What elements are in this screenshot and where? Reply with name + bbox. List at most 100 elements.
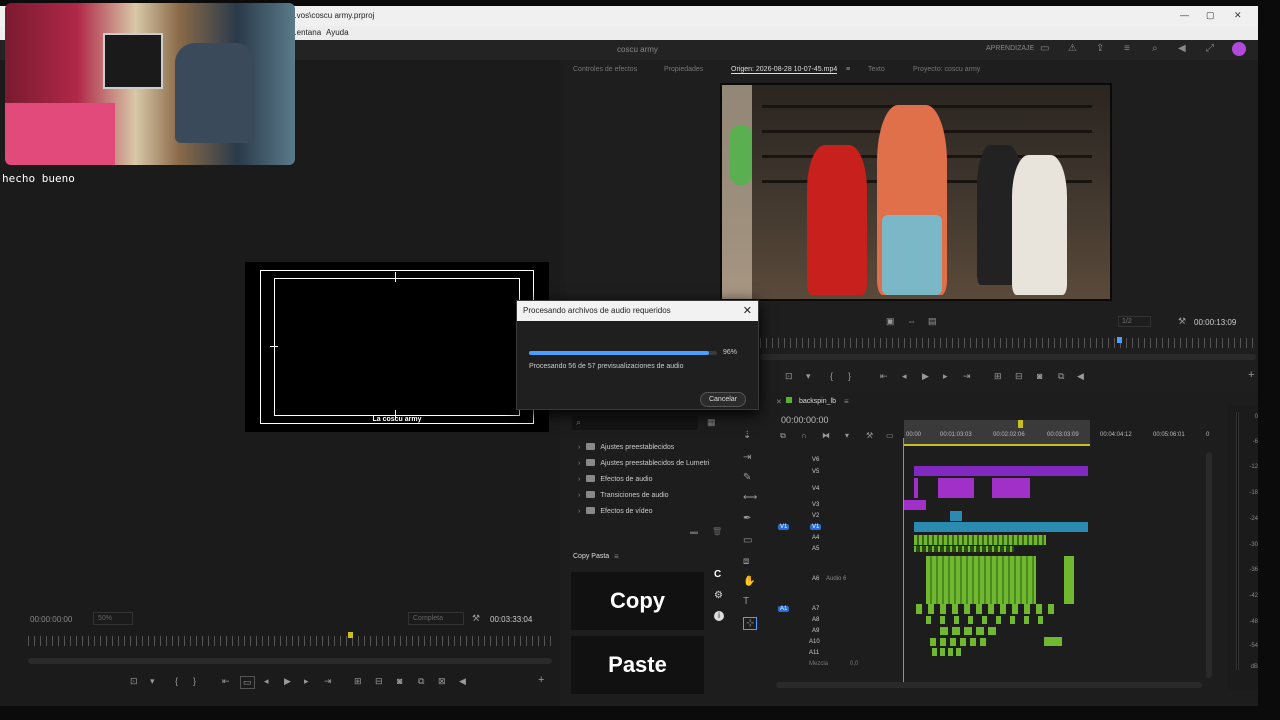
insert-icon[interactable]: ⇔: [907, 316, 916, 326]
go-to-out-button[interactable]: ⇥: [963, 371, 971, 382]
maximize-button[interactable]: ▢: [1206, 10, 1215, 21]
source-ruler[interactable]: [760, 338, 1256, 348]
prog-add-button-icon[interactable]: +: [538, 674, 544, 686]
type-tool-icon[interactable]: T: [743, 596, 749, 607]
tab-source[interactable]: Origen: 2026-08-28 10-07-45.mp4: [731, 66, 838, 74]
clip-a9[interactable]: [940, 627, 1000, 635]
c-icon[interactable]: C: [714, 569, 721, 580]
program-wrench-icon[interactable]: ⚒: [472, 613, 480, 624]
search-icon[interactable]: ⌕: [1152, 43, 1158, 54]
in-point-button[interactable]: {: [830, 371, 833, 381]
linked-select-icon[interactable]: ⧓: [822, 431, 830, 440]
clip-a8[interactable]: [926, 616, 1046, 624]
prog-extract[interactable]: ⊟: [375, 676, 383, 687]
tab-properties[interactable]: Propiedades: [664, 66, 703, 73]
effects-search-input[interactable]: ⌕: [572, 416, 698, 430]
source-playhead[interactable]: [1117, 337, 1122, 343]
trash-icon[interactable]: 🗑: [712, 527, 722, 536]
play-button[interactable]: ▶: [922, 371, 929, 382]
menu-help[interactable]: Ayuda: [326, 28, 349, 37]
ripple-edit-icon[interactable]: ✎: [743, 472, 751, 483]
prog-play[interactable]: ▶: [284, 676, 291, 687]
folder-icon[interactable]: ▬: [690, 527, 698, 536]
source-patch-a1[interactable]: A1: [778, 606, 790, 612]
prog-safe-margin-toggle[interactable]: ▭: [240, 676, 255, 689]
audio-icon[interactable]: ◀: [1077, 371, 1084, 382]
program-monitor-canvas[interactable]: La coscu army: [245, 262, 549, 432]
share-icon[interactable]: ⇪: [1096, 43, 1104, 54]
track-a4-label[interactable]: A4: [812, 535, 819, 541]
timeline-hscroll[interactable]: [776, 682, 1202, 688]
source-video-frame[interactable]: [720, 83, 1112, 301]
add-button-icon[interactable]: +: [1248, 369, 1254, 381]
clip-v4-c[interactable]: [992, 478, 1030, 498]
source-scroll[interactable]: [760, 354, 1256, 360]
export-frame-icon[interactable]: ▤: [928, 316, 937, 327]
wrench-icon[interactable]: ⚒: [1178, 316, 1186, 327]
track-v6-label[interactable]: V6: [812, 457, 819, 463]
workspace-icon[interactable]: ▭: [1040, 43, 1049, 54]
pen-tool-icon[interactable]: ✒: [743, 513, 751, 524]
clip-a10[interactable]: [930, 638, 990, 646]
program-quality-select[interactable]: Completa: [408, 612, 464, 625]
step-back-button[interactable]: ◂: [902, 371, 907, 382]
snap-icon[interactable]: ∩: [801, 431, 807, 440]
tab-text[interactable]: Texto: [868, 66, 885, 73]
zoom-tool-icon[interactable]: ⊹: [743, 617, 758, 630]
program-ruler[interactable]: [28, 636, 552, 646]
volume-icon[interactable]: ◀: [1178, 43, 1186, 54]
sequence-menu-icon[interactable]: ≡: [844, 397, 849, 406]
button-editor-icon[interactable]: ⧉: [1058, 371, 1064, 382]
prog-camera-icon[interactable]: ◙: [397, 676, 402, 686]
mark-in-icon[interactable]: ▣: [886, 316, 895, 327]
close-button[interactable]: ✕: [1234, 10, 1242, 21]
timeline-ruler[interactable]: 00:00 00:01:03:03 00:02:02:06 00:03:03:0…: [904, 432, 1216, 442]
track-v3-label[interactable]: V3: [812, 502, 819, 508]
clip-a7[interactable]: [916, 604, 1056, 614]
minimize-button[interactable]: —: [1180, 10, 1189, 20]
effects-item-audio-transitions[interactable]: › Transiciones de audio: [578, 491, 669, 499]
mark-in-button[interactable]: ⊡: [785, 371, 793, 382]
source-zoom-select[interactable]: 1/2: [1118, 316, 1151, 327]
program-scroll[interactable]: [28, 658, 552, 664]
effects-item-audio-effects[interactable]: › Efectos de audio: [578, 475, 653, 483]
close-tab-icon[interactable]: ✕: [776, 398, 782, 406]
track-a9-label[interactable]: A9: [812, 628, 819, 634]
info-icon[interactable]: i: [714, 611, 724, 621]
track-a7-label[interactable]: A7: [812, 606, 819, 612]
captions-icon[interactable]: ▭: [886, 431, 894, 440]
track-v2-label[interactable]: V2: [812, 513, 819, 519]
timeline-marker[interactable]: [1018, 420, 1023, 428]
track-a5-label[interactable]: A5: [812, 546, 819, 552]
insert-button[interactable]: ⊞: [994, 371, 1002, 382]
program-zoom-select[interactable]: 50%: [93, 612, 134, 625]
clip-v5[interactable]: [914, 466, 1088, 476]
timeline-settings-icon[interactable]: ⚒: [866, 431, 873, 440]
prog-fit-icon[interactable]: ⊠: [438, 676, 446, 687]
timeline-timecode[interactable]: 00:00:00:00: [781, 415, 829, 425]
track-a8-label[interactable]: A8: [812, 617, 819, 623]
source-patch-v1[interactable]: V1: [778, 524, 790, 530]
workspace-label[interactable]: APRENDIZAJE: [986, 45, 1034, 52]
clip-a4[interactable]: [914, 535, 1046, 545]
paste-button[interactable]: Paste: [571, 636, 704, 694]
tab-menu-icon[interactable]: ≡: [846, 66, 850, 73]
track-select-icon[interactable]: ⇥: [743, 452, 751, 463]
sequence-tab[interactable]: backspin_lb: [799, 398, 836, 405]
marker-button[interactable]: ▾: [806, 371, 811, 382]
prog-in-point[interactable]: {: [175, 676, 178, 686]
work-area-range[interactable]: [904, 444, 1090, 446]
clip-a6-b[interactable]: [1064, 556, 1074, 604]
effects-item-lumetri-presets[interactable]: › Ajustes preestablecidos de Lumetri: [578, 459, 709, 467]
avatar[interactable]: [1232, 42, 1246, 56]
go-to-in-button[interactable]: ⇤: [880, 371, 888, 382]
program-playhead[interactable]: [348, 632, 353, 638]
effects-item-presets[interactable]: › Ajustes preestablecidos: [578, 443, 674, 451]
tab-effect-controls[interactable]: Controles de efectos: [573, 66, 637, 73]
gear-icon[interactable]: ⚙: [714, 590, 723, 601]
clip-a11[interactable]: [932, 648, 962, 656]
out-point-button[interactable]: }: [848, 371, 851, 381]
clip-v4-b[interactable]: [938, 478, 974, 498]
clip-v1[interactable]: [914, 522, 1088, 532]
track-a10-label[interactable]: A10: [809, 639, 820, 645]
